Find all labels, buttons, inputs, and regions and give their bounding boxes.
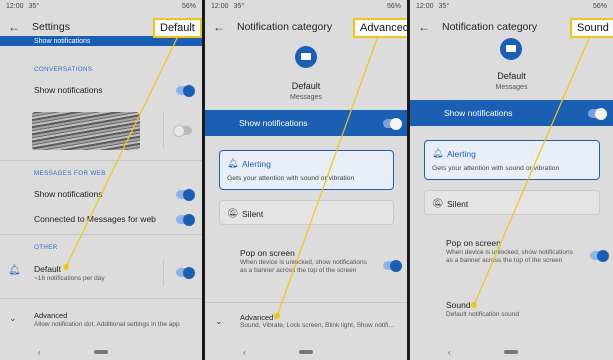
show-notifications-label: Show notifications xyxy=(239,118,308,128)
chevron-down-icon[interactable]: ⌄ xyxy=(215,316,223,327)
back-arrow-icon[interactable]: ← xyxy=(418,20,438,34)
status-battery: 56% xyxy=(386,3,401,10)
conv-show-notifications-toggle[interactable] xyxy=(176,84,195,97)
alerting-desc: Gets your attention with sound or vibrat… xyxy=(227,175,355,182)
chevron-down-icon[interactable]: ⌄ xyxy=(9,313,17,324)
pop-on-screen-sub: When device is unlocked, show notificati… xyxy=(446,249,573,265)
redacted-contact xyxy=(32,112,140,150)
show-notifications-bar[interactable]: Show notifications xyxy=(205,110,407,136)
nav-back-icon[interactable]: ‹ xyxy=(243,348,246,357)
bell-off-icon: 🔕︎ xyxy=(227,208,239,218)
show-notifications-label: Show notifications xyxy=(34,37,91,45)
status-time: 12:00 xyxy=(416,3,434,10)
advanced-title[interactable]: Advanced xyxy=(240,313,273,322)
channel-name: Default xyxy=(291,81,321,91)
notification-category-panel-advanced: 12:00 35° 56% ← Notification category De… xyxy=(205,0,407,360)
status-battery: 56% xyxy=(181,3,196,10)
sound-title[interactable]: Sound xyxy=(446,300,471,310)
show-notifications-bar[interactable]: Show notifications xyxy=(410,100,613,126)
advanced-sub: Allow notification dot, Additional setti… xyxy=(34,321,180,328)
messages-channel-icon xyxy=(500,38,522,60)
nav-back-icon[interactable]: ‹ xyxy=(448,348,451,357)
default-category-toggle[interactable] xyxy=(176,266,195,279)
pop-on-screen-toggle[interactable] xyxy=(383,259,402,272)
status-bar: 12:00 35° 56% xyxy=(410,0,613,14)
bell-icon: 🔔︎ xyxy=(432,148,444,158)
connected-to-web-toggle[interactable] xyxy=(176,213,195,226)
conv-show-notifications-label: Show notifications xyxy=(34,85,103,95)
channel-app: Messages xyxy=(290,94,322,101)
alerting-title: Alerting xyxy=(242,159,271,169)
pop-on-screen-title: Pop on screen xyxy=(446,238,501,248)
web-header: MESSAGES FOR WEB xyxy=(34,170,106,177)
status-time: 12:00 xyxy=(6,3,24,10)
system-nav-bar: ‹ xyxy=(205,344,407,360)
status-time: 12:00 xyxy=(211,3,229,10)
channel-app: Messages xyxy=(495,84,528,91)
show-notifications-label: Show notifications xyxy=(444,108,513,118)
web-show-notifications-label: Show notifications xyxy=(34,189,103,199)
advanced-title[interactable]: Advanced xyxy=(34,311,67,320)
pop-on-screen-title: Pop on screen xyxy=(240,248,295,258)
bell-off-icon: 🔕︎ xyxy=(432,198,444,208)
show-notifications-toggle[interactable] xyxy=(383,117,402,130)
sound-sub: Default notification sound xyxy=(446,311,519,318)
status-bar: 12:00 35° 56% xyxy=(205,0,407,14)
channel-name: Default xyxy=(497,71,526,81)
bell-icon: 🔔︎ xyxy=(227,158,239,168)
status-temp: 35° xyxy=(28,3,40,10)
contact-toggle[interactable] xyxy=(173,124,192,137)
notification-category-panel-sound: 12:00 35° 56% ← Notification category De… xyxy=(410,0,613,360)
messages-channel-icon xyxy=(295,46,317,68)
nav-back-icon[interactable]: ‹ xyxy=(38,348,41,357)
other-header: OTHER xyxy=(34,244,58,251)
default-category-sub: ~16 notifications per day xyxy=(34,275,105,282)
callout-label: Default xyxy=(153,18,202,38)
page-title: Notification category xyxy=(237,21,333,33)
back-arrow-icon[interactable]: ← xyxy=(213,20,233,34)
alerting-option[interactable]: 🔔︎ Alerting Gets your attention with sou… xyxy=(219,150,394,190)
web-show-notifications-toggle[interactable] xyxy=(176,188,195,201)
advanced-sub: Sound, Vibrate, Lock screen, Blink light… xyxy=(240,322,394,329)
silent-option[interactable]: 🔕︎ Silent xyxy=(219,200,394,225)
show-notifications-toggle[interactable] xyxy=(588,107,607,120)
pop-on-screen-sub: When device is unlocked, show notificati… xyxy=(240,259,367,275)
system-nav-bar: ‹ xyxy=(0,344,202,360)
page-title: Notification category xyxy=(442,21,538,33)
page-title: Settings xyxy=(32,21,70,33)
callout-label: Advanced xyxy=(353,18,407,38)
system-nav-bar: ‹ xyxy=(410,344,613,360)
default-category-title[interactable]: Default xyxy=(34,264,61,274)
back-arrow-icon[interactable]: ← xyxy=(8,20,28,34)
nav-home-pill[interactable] xyxy=(299,350,313,354)
alerting-desc: Gets your attention with sound or vibrat… xyxy=(432,165,560,172)
status-temp: 35° xyxy=(233,3,245,10)
conversations-header: CONVERSATIONS xyxy=(34,66,93,73)
alerting-option[interactable]: 🔔︎ Alerting Gets your attention with sou… xyxy=(424,140,600,180)
silent-option[interactable]: 🔕︎ Silent xyxy=(424,190,600,215)
status-bar: 12:00 35° 56% xyxy=(0,0,202,14)
callout-label: Sound xyxy=(570,18,613,38)
pop-on-screen-toggle[interactable] xyxy=(590,249,609,262)
connected-to-web-label: Connected to Messages for web xyxy=(34,214,156,224)
status-battery: 56% xyxy=(592,3,607,10)
alerting-title: Alerting xyxy=(447,149,476,159)
nav-home-pill[interactable] xyxy=(504,350,518,354)
settings-panel: 12:00 35° 56% ← Settings Show notificati… xyxy=(0,0,202,360)
status-temp: 35° xyxy=(438,3,450,10)
bell-icon: 🔔︎ xyxy=(8,265,21,276)
silent-title: Silent xyxy=(447,199,469,209)
nav-home-pill[interactable] xyxy=(94,350,108,354)
silent-title: Silent xyxy=(242,209,264,219)
